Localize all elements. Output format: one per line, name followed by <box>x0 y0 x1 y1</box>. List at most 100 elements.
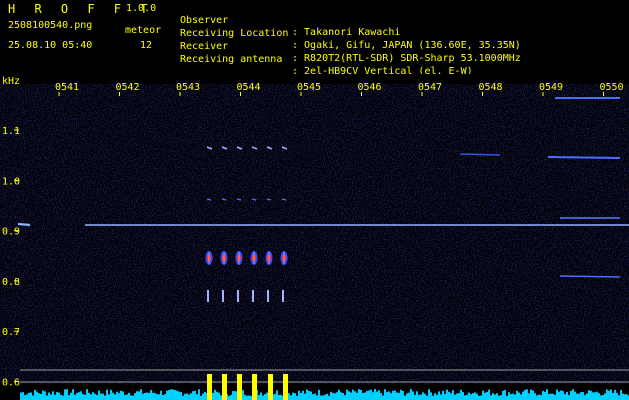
meteor-count-label: meteor <box>125 25 162 36</box>
level-sample <box>184 393 186 400</box>
level-sample <box>154 392 156 400</box>
level-sample <box>38 393 40 400</box>
level-sample <box>438 391 440 400</box>
level-sample <box>288 393 290 400</box>
level-sample <box>406 393 408 400</box>
meteor-level-spike <box>222 374 227 400</box>
info-value: : Ogaki, Gifu, JAPAN (136.60E, 35.35N) <box>292 40 521 51</box>
level-sample <box>346 389 348 400</box>
app-version: 1.0.0 <box>126 3 157 14</box>
level-sample <box>416 391 418 400</box>
level-sample <box>478 395 480 400</box>
level-sample <box>190 393 192 400</box>
level-sample <box>510 394 512 400</box>
level-sample <box>382 395 384 400</box>
level-sample <box>534 393 536 400</box>
level-sample <box>380 392 382 400</box>
spectrogram: 0541 0542 0543 0544 0545 0546 0547 0548 0549 0550… <box>0 74 629 400</box>
level-sample <box>46 395 48 400</box>
level-sample <box>312 394 314 400</box>
level-sample <box>128 392 130 400</box>
level-sample <box>182 395 184 400</box>
level-sample <box>54 394 56 400</box>
frequency-tick-label: 1.1 <box>2 126 20 137</box>
level-sample <box>424 393 426 400</box>
level-sample <box>68 395 70 400</box>
level-sample <box>44 391 46 400</box>
level-sample <box>582 392 584 400</box>
frequency-tick-label: 0.7 <box>2 327 20 338</box>
level-sample <box>504 390 506 400</box>
level-sample <box>234 391 236 400</box>
level-sample <box>546 389 548 400</box>
level-sample <box>362 393 364 400</box>
level-sample <box>308 390 310 400</box>
level-sample <box>474 392 476 400</box>
level-sample <box>566 391 568 400</box>
level-sample <box>214 389 216 400</box>
info-value: : R820T2(RTL-SDR) SDR-Sharp 53.1000MHz <box>292 53 521 64</box>
level-sample <box>350 392 352 400</box>
level-sample <box>520 394 522 400</box>
level-sample <box>458 393 460 400</box>
level-sample <box>398 392 400 400</box>
level-sample <box>480 395 482 400</box>
level-sample <box>614 389 616 400</box>
level-sample <box>574 391 576 400</box>
level-sample <box>594 392 596 400</box>
level-sample <box>20 392 22 400</box>
level-sample <box>552 393 554 400</box>
level-sample <box>542 390 544 400</box>
level-sample <box>494 394 496 400</box>
level-sample <box>114 394 116 400</box>
level-sample <box>486 392 488 400</box>
meteor-level-spike <box>207 374 212 400</box>
level-sample <box>588 390 590 400</box>
level-sample <box>258 394 260 400</box>
level-sample <box>580 392 582 400</box>
level-sample <box>334 393 336 400</box>
level-sample <box>164 394 166 400</box>
level-sample <box>624 394 626 400</box>
level-sample <box>24 395 26 400</box>
level-sample <box>328 395 330 400</box>
level-sample <box>540 395 542 400</box>
frequency-tick-label: 0.6 <box>2 378 20 389</box>
level-sample <box>316 395 318 400</box>
level-sample <box>34 389 36 400</box>
level-sample <box>488 389 490 400</box>
level-sample <box>460 389 462 400</box>
level-sample <box>560 390 562 400</box>
level-sample <box>548 394 550 400</box>
level-sample <box>596 391 598 400</box>
level-sample <box>618 395 620 400</box>
level-sample <box>96 394 98 400</box>
level-sample <box>218 392 220 400</box>
level-sample <box>590 390 592 400</box>
level-sample <box>450 393 452 400</box>
level-sample <box>356 392 358 400</box>
level-sample <box>198 389 200 400</box>
level-sample <box>606 389 608 400</box>
level-sample <box>484 392 486 400</box>
level-sample <box>278 395 280 400</box>
level-sample <box>310 391 312 400</box>
level-sample <box>368 390 370 400</box>
level-sample <box>296 395 298 400</box>
level-sample <box>464 395 466 400</box>
level-sample <box>142 393 144 400</box>
level-sample <box>266 392 268 400</box>
level-sample <box>80 391 82 400</box>
level-sample <box>496 393 498 400</box>
level-sample <box>202 393 204 400</box>
level-sample <box>604 393 606 400</box>
level-sample <box>172 389 174 400</box>
level-sample <box>26 394 28 400</box>
level-sample <box>28 392 30 400</box>
level-sample <box>556 389 558 400</box>
level-sample <box>528 393 530 400</box>
level-sample <box>194 390 196 400</box>
level-sample <box>132 395 134 400</box>
level-sample <box>82 394 84 400</box>
level-sample <box>412 391 414 400</box>
